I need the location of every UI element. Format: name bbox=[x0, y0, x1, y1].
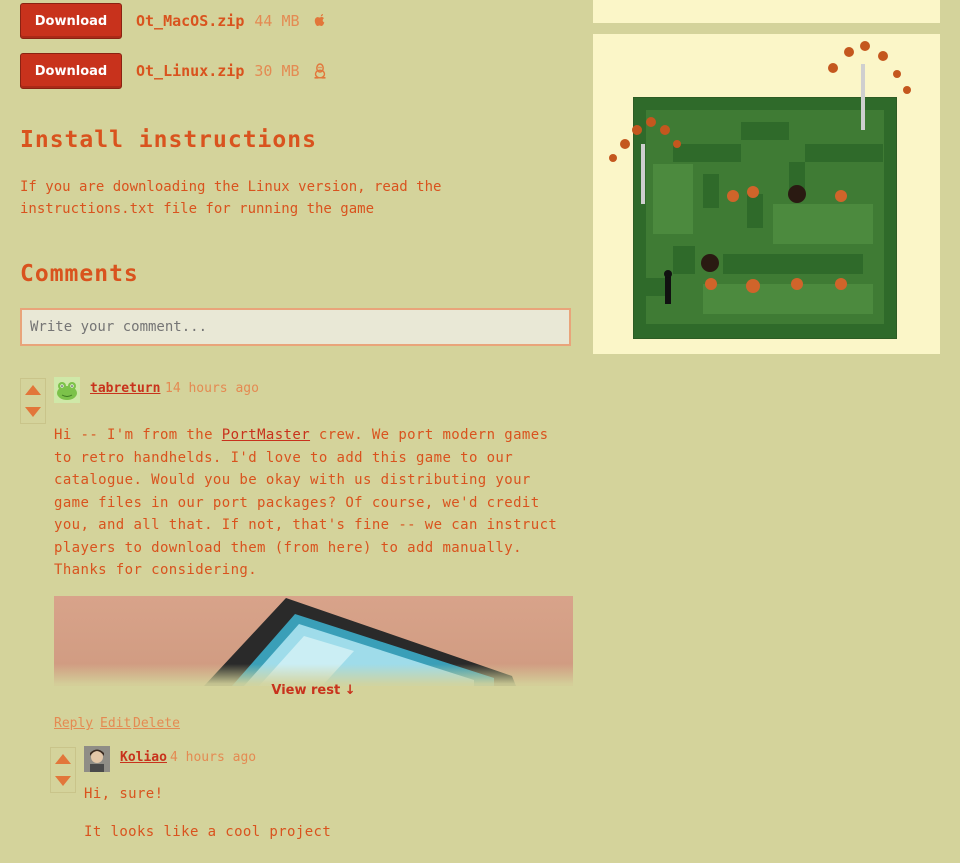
comment-line: Hi, sure! bbox=[84, 786, 164, 802]
comment-author[interactable]: tabreturn bbox=[90, 381, 160, 396]
vote-box bbox=[20, 378, 46, 424]
download-row-linux: Download Ot_Linux.zip 30 MB bbox=[20, 52, 328, 90]
comment-line: It looks like a cool project bbox=[84, 824, 332, 840]
comments-heading: Comments bbox=[20, 261, 139, 287]
avatar bbox=[84, 746, 110, 772]
download-filename: Ot_MacOS.zip bbox=[136, 12, 245, 30]
comment-text: Hi -- I'm from the bbox=[54, 427, 222, 443]
reply-link[interactable]: Reply bbox=[54, 716, 93, 731]
comment-body: Hi -- I'm from the PortMaster crew. We p… bbox=[54, 424, 573, 582]
download-size: 30 MB bbox=[254, 62, 300, 80]
comment-time[interactable]: 4 hours ago bbox=[170, 750, 256, 765]
install-heading: Install instructions bbox=[20, 127, 317, 153]
game-screenshot[interactable] bbox=[593, 34, 940, 354]
downvote-button[interactable] bbox=[25, 407, 41, 417]
avatar bbox=[54, 377, 80, 403]
portmaster-link[interactable]: PortMaster bbox=[222, 427, 310, 443]
download-size: 44 MB bbox=[254, 12, 300, 30]
linux-icon bbox=[314, 63, 326, 79]
download-button-macos[interactable]: Download bbox=[20, 3, 122, 39]
game-screenshot-image bbox=[609, 41, 911, 339]
vote-box bbox=[50, 747, 76, 793]
download-row-macos: Download Ot_MacOS.zip 44 MB bbox=[20, 2, 328, 40]
view-rest-button[interactable]: View rest ↓ bbox=[54, 664, 573, 700]
install-text: If you are downloading the Linux version… bbox=[20, 179, 442, 217]
download-filename: Ot_Linux.zip bbox=[136, 62, 245, 80]
comment-input[interactable] bbox=[20, 308, 571, 346]
screenshot-panel bbox=[593, 0, 940, 23]
comment-author[interactable]: Koliao bbox=[120, 750, 167, 765]
edit-link[interactable]: Edit bbox=[100, 716, 131, 731]
upvote-button[interactable] bbox=[25, 385, 41, 395]
download-button-linux[interactable]: Download bbox=[20, 53, 122, 89]
apple-icon bbox=[314, 14, 324, 26]
upvote-button[interactable] bbox=[55, 754, 71, 764]
delete-link[interactable]: Delete bbox=[133, 716, 180, 731]
comment-text: crew. We port modern games to retro hand… bbox=[54, 427, 558, 578]
comment-time[interactable]: 14 hours ago bbox=[165, 381, 259, 396]
downvote-button[interactable] bbox=[55, 776, 71, 786]
